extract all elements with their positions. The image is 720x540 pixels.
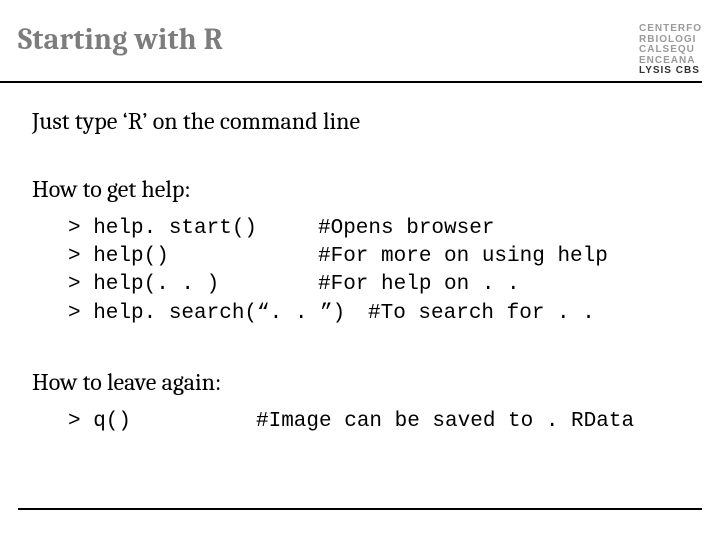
leave-code-block: > q() #Image can be saved to . RData [32,408,688,436]
slide-header: Starting with R CENTERFO RBIOLOGI CALSEQ… [0,0,702,83]
slide-title: Starting with R [18,22,223,57]
code-comment: #Opens browser [318,215,494,243]
code-cmd: > help(. . ) [68,271,318,299]
code-cmd: > help. start() [68,215,318,243]
slide-body: Just type ‘R’ on the command line How to… [0,83,720,437]
help-code-block: > help. start() #Opens browser > help() … [32,215,688,328]
code-comment: #For more on using help [318,243,608,271]
code-comment: #For help on . . [318,271,520,299]
code-cmd: > help. search(“. . ”) [68,300,368,328]
footer-rule [18,508,702,510]
logo-line: CENTERFO [639,24,702,35]
code-cmd: > help() [68,243,318,271]
logo-line: LYSIS CBS [639,66,702,77]
leave-heading: How to leave again: [32,368,688,396]
code-row: > help. start() #Opens browser [68,215,688,243]
cbs-logo: CENTERFO RBIOLOGI CALSEQU ENCEANA LYSIS … [639,22,702,77]
help-heading: How to get help: [32,175,688,203]
code-row: > help. search(“. . ”) #To search for . … [68,300,688,328]
code-row: > help() #For more on using help [68,243,688,271]
code-row: > help(. . ) #For help on . . [68,271,688,299]
logo-line: CALSEQU [639,45,702,56]
code-cmd: > q() [68,408,256,436]
lead-text: Just type ‘R’ on the command line [32,107,688,135]
code-comment: #To search for . . [368,300,595,328]
code-comment: #Image can be saved to . RData [256,408,634,436]
code-row: > q() #Image can be saved to . RData [68,408,688,436]
